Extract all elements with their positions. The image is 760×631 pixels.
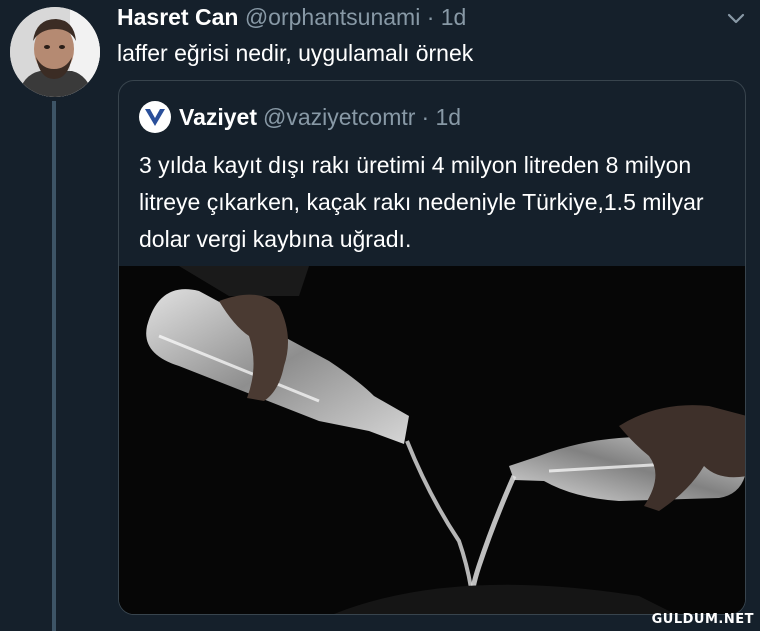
thread-line — [52, 101, 56, 631]
quoted-author-name[interactable]: Vaziyet — [179, 104, 257, 131]
avatar-image — [10, 7, 100, 97]
quoted-tweet-header: Vaziyet @vaziyetcomtr · 1d — [139, 101, 461, 133]
vaziyet-logo-icon — [139, 101, 171, 133]
chevron-down-icon[interactable] — [725, 8, 747, 30]
avatar[interactable] — [10, 7, 100, 97]
quoted-tweet-time[interactable]: · 1d — [421, 104, 461, 131]
quoted-author-handle[interactable]: @vaziyetcomtr — [263, 104, 415, 131]
quoted-tweet[interactable]: Vaziyet @vaziyetcomtr · 1d 3 yılda kayıt… — [118, 80, 746, 615]
tweet-header: Hasret Can @orphantsunami · 1d — [117, 4, 466, 31]
author-handle[interactable]: @orphantsunami — [245, 4, 421, 30]
tweet-text: laffer eğrisi nedir, uygulamalı örnek — [117, 40, 474, 66]
quoted-tweet-text: 3 yılda kayıt dışı rakı üretimi 4 milyon… — [139, 152, 704, 252]
author-name[interactable]: Hasret Can — [117, 4, 238, 30]
tweet-photo[interactable] — [119, 266, 745, 614]
tweet-time[interactable]: · 1d — [427, 4, 467, 30]
watermark: GULDUM.NET — [651, 612, 754, 627]
photo-bottles-pouring — [119, 266, 745, 614]
